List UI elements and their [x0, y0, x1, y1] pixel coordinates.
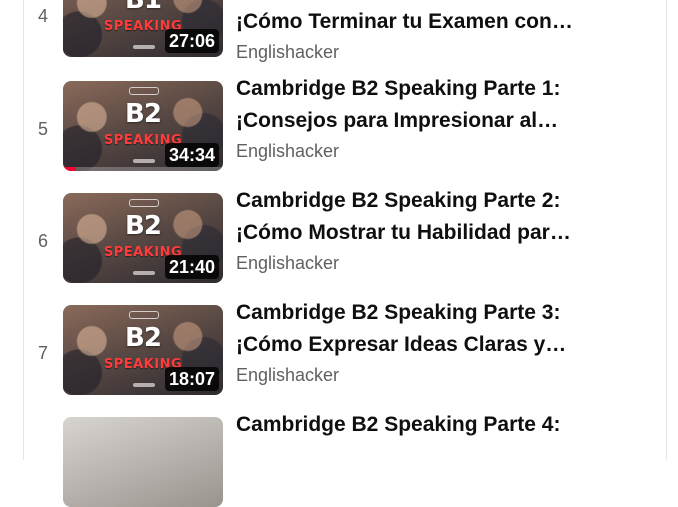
video-title[interactable]: Cambridge B2 Speaking Parte 3: ¡Cómo Exp…	[236, 297, 636, 361]
thumbnail-badge	[133, 45, 155, 49]
video-title-line[interactable]: Cambridge B2 Speaking Parte 4:	[236, 409, 636, 441]
video-thumbnail[interactable]	[63, 417, 223, 507]
video-title[interactable]: Cambridge B2 Speaking Parte 1: ¡Consejos…	[236, 73, 636, 137]
video-info: ¡Cómo Terminar tu Examen con… Englishack…	[236, 6, 636, 63]
thumbnail-badge	[133, 271, 155, 275]
playlist-item-index: 6	[37, 231, 48, 251]
thumbnail-badge	[133, 383, 155, 387]
playlist-item-index: 4	[37, 6, 48, 26]
thumbnail-level: B2	[125, 211, 162, 241]
video-info: Cambridge B2 Speaking Parte 4:	[236, 409, 636, 441]
video-duration: 21:40	[164, 255, 219, 279]
thumbnail-badge	[129, 311, 159, 319]
video-title-line[interactable]: Cambridge B2 Speaking Parte 2:	[236, 185, 636, 217]
video-duration: 34:34	[164, 143, 219, 167]
playlist-item[interactable]: 5 B2 SPEAKING 34:34 Cambridge B2 Speakin…	[24, 77, 666, 171]
video-title-line[interactable]: Cambridge B2 Speaking Parte 3:	[236, 297, 636, 329]
playlist-item[interactable]: 7 B2 SPEAKING 18:07 Cambridge B2 Speakin…	[24, 301, 666, 395]
channel-name[interactable]: Englishacker	[236, 365, 636, 386]
video-title[interactable]: Cambridge B2 Speaking Parte 2: ¡Cómo Mos…	[236, 185, 636, 249]
watch-progress-bar	[63, 167, 76, 171]
channel-name[interactable]: Englishacker	[236, 141, 636, 162]
video-title[interactable]: Cambridge B2 Speaking Parte 4:	[236, 409, 636, 441]
video-info: Cambridge B2 Speaking Parte 3: ¡Cómo Exp…	[236, 297, 636, 386]
playlist-item[interactable]: 4 B1 SPEAKING 27:06 ¡Cómo Terminar tu Ex…	[24, 0, 666, 62]
channel-name[interactable]: Englishacker	[236, 42, 636, 63]
video-title-line[interactable]: ¡Cómo Terminar tu Examen con…	[236, 6, 636, 38]
thumbnail-badge	[129, 87, 159, 95]
playlist-item-index: 7	[37, 343, 48, 363]
thumbnail-level: B2	[125, 99, 162, 129]
video-thumbnail[interactable]: B2 SPEAKING 18:07	[63, 305, 223, 395]
playlist-item[interactable]: Cambridge B2 Speaking Parte 4:	[24, 413, 666, 507]
video-title-line[interactable]: Cambridge B2 Speaking Parte 1:	[236, 73, 636, 105]
watch-progress-track	[63, 167, 223, 171]
playlist-item-index: 5	[37, 119, 48, 139]
video-duration: 27:06	[164, 29, 219, 53]
video-info: Cambridge B2 Speaking Parte 2: ¡Cómo Mos…	[236, 185, 636, 274]
video-thumbnail[interactable]: B2 SPEAKING 34:34	[63, 81, 223, 171]
video-title[interactable]: ¡Cómo Terminar tu Examen con…	[236, 6, 636, 38]
thumbnail-badge	[133, 159, 155, 163]
video-duration: 18:07	[164, 367, 219, 391]
playlist-panel: 4 B1 SPEAKING 27:06 ¡Cómo Terminar tu Ex…	[23, 0, 667, 507]
video-thumbnail[interactable]: B2 SPEAKING 21:40	[63, 193, 223, 283]
channel-name[interactable]: Englishacker	[236, 253, 636, 274]
thumbnail-badge	[129, 199, 159, 207]
thumbnail-level: B2	[125, 323, 162, 353]
video-title-line[interactable]: ¡Cómo Expresar Ideas Claras y…	[236, 329, 636, 361]
video-title-line[interactable]: ¡Consejos para Impresionar al…	[236, 105, 636, 137]
video-title-line[interactable]: ¡Cómo Mostrar tu Habilidad par…	[236, 217, 636, 249]
thumbnail-level: B1	[125, 0, 162, 15]
video-info: Cambridge B2 Speaking Parte 1: ¡Consejos…	[236, 73, 636, 162]
playlist-item[interactable]: 6 B2 SPEAKING 21:40 Cambridge B2 Speakin…	[24, 189, 666, 283]
video-thumbnail[interactable]: B1 SPEAKING 27:06	[63, 0, 223, 57]
